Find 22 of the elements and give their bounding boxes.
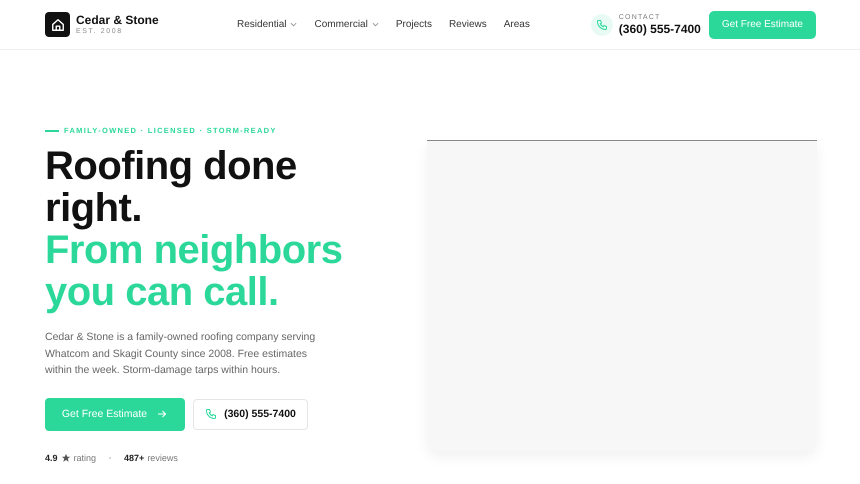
phone-icon <box>590 14 613 36</box>
star-icon <box>60 452 71 462</box>
nav-link[interactable]: Projects <box>396 19 432 30</box>
nav-link[interactable]: Commercial <box>314 19 379 30</box>
headline-accent: From neighbors you can call. <box>45 229 344 313</box>
phone-button[interactable]: (360) 555-7400 <box>193 398 308 430</box>
stat-value: 487+ <box>124 452 144 462</box>
house-logo-icon[interactable] <box>45 12 70 37</box>
nav-link[interactable]: Reviews <box>448 19 487 30</box>
nav-link[interactable]: Residential <box>237 19 298 30</box>
stat-value: 4.9 <box>45 452 58 462</box>
chevron-down-icon <box>290 22 298 27</box>
chevron-down-icon <box>372 22 379 27</box>
nav-link[interactable]: Areas <box>504 19 530 30</box>
phone-icon <box>205 408 218 420</box>
headline: Roofing done right. <box>45 145 298 229</box>
stat-label: rating <box>74 452 96 462</box>
brand-name[interactable]: Cedar & Stone <box>76 12 159 26</box>
stat-label: reviews <box>147 452 178 462</box>
arrow-right-icon <box>156 408 168 420</box>
phone-link[interactable]: (360) 555-7400 <box>618 22 701 36</box>
intro-paragraph: Cedar & Stone is a family-owned roofing company serving Whatcom and Skagit County since 2008. Free estimates within the week. Storm-damage tarps within hours. <box>45 330 316 378</box>
